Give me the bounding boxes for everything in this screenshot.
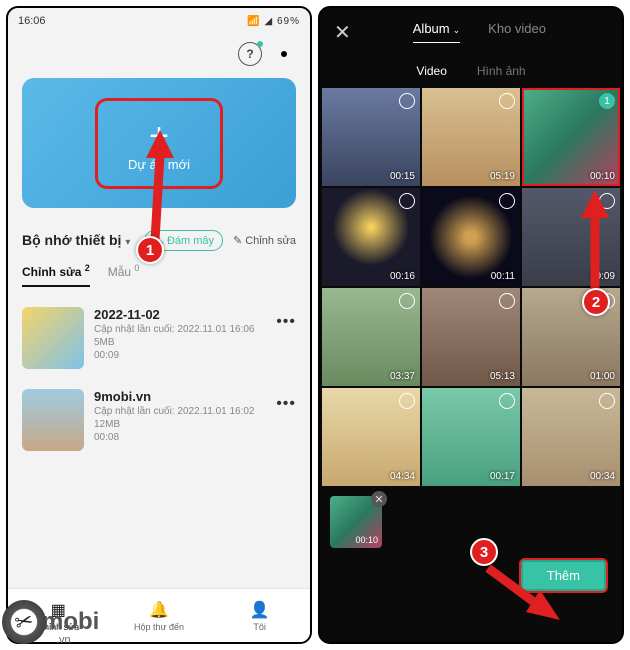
- logo-text: mobi: [42, 608, 99, 636]
- media-cell-selected[interactable]: 100:10: [522, 88, 620, 186]
- select-ring: [399, 393, 415, 409]
- add-button[interactable]: Thêm: [519, 558, 608, 593]
- select-ring: [399, 193, 415, 209]
- tab-album[interactable]: Album⌄: [413, 21, 460, 43]
- close-icon[interactable]: ✕: [334, 20, 351, 45]
- help-icon[interactable]: ?: [238, 42, 262, 66]
- tab-edit[interactable]: Chỉnh sửa 2: [22, 263, 90, 287]
- annotation-marker-1: 1: [136, 236, 164, 264]
- nav-inbox[interactable]: 🔔Hộp thư đến: [109, 589, 210, 642]
- status-icons: 📶 ◢ 69%: [247, 16, 300, 27]
- project-item[interactable]: 2022-11-02 Cập nhật lần cuối: 2022.11.01…: [22, 297, 296, 379]
- media-cell[interactable]: 00:16: [322, 188, 420, 286]
- select-ring: [399, 93, 415, 109]
- picker-header: ✕ Album⌄ Kho video: [320, 8, 622, 56]
- status-time: 16:06: [18, 15, 46, 27]
- media-cell[interactable]: 05:19: [422, 88, 520, 186]
- tab-stock[interactable]: Kho video: [488, 21, 546, 43]
- pencil-icon: ✎: [233, 234, 242, 247]
- media-cell[interactable]: 00:09: [522, 188, 620, 286]
- project-size: 5MB: [94, 337, 266, 348]
- new-project-card[interactable]: + Dự án mới: [22, 78, 296, 208]
- project-size: 12MB: [94, 419, 266, 430]
- more-icon[interactable]: •••: [276, 389, 296, 413]
- project-thumbnail: [22, 307, 84, 369]
- select-ring: [399, 293, 415, 309]
- settings-icon[interactable]: [272, 42, 296, 66]
- person-icon: 👤: [250, 600, 270, 620]
- remove-selection-icon[interactable]: ✕: [371, 491, 387, 507]
- selected-duration: 00:10: [355, 535, 378, 545]
- storage-title[interactable]: Bộ nhớ thiết bị▾: [22, 232, 130, 250]
- media-cell[interactable]: 00:11: [422, 188, 520, 286]
- media-grid: 00:15 05:19 100:10 00:16 00:11 00:09 03:…: [320, 88, 622, 486]
- more-icon[interactable]: •••: [276, 307, 296, 331]
- add-row: Thêm: [320, 552, 622, 605]
- new-project-label: Dự án mới: [128, 157, 190, 172]
- watermark-logo: ✂ mobi: [2, 600, 99, 644]
- subtab-video[interactable]: Video: [416, 64, 446, 78]
- project-duration: 00:08: [94, 432, 266, 443]
- select-ring: [599, 393, 615, 409]
- left-phone-frame: 16:06 📶 ◢ 69% ? + Dự án mới Bộ nhớ thiết…: [6, 6, 312, 644]
- project-list: 2022-11-02 Cập nhật lần cuối: 2022.11.01…: [8, 287, 310, 471]
- project-updated: Cập nhật lần cuối: 2022.11.01 16:06: [94, 324, 266, 335]
- select-ring: [499, 93, 515, 109]
- select-badge: 1: [599, 93, 615, 109]
- tab-template[interactable]: Mẫu 0: [108, 263, 140, 287]
- scissor-icon: ✂: [12, 607, 37, 637]
- selection-strip: ✕ 00:10: [320, 486, 622, 552]
- project-name: 2022-11-02: [94, 307, 266, 322]
- chevron-down-icon: ▾: [125, 237, 130, 248]
- top-icons-row: ?: [8, 34, 310, 70]
- edit-list-link[interactable]: ✎Chỉnh sửa: [233, 234, 296, 247]
- new-project-highlight: + Dự án mới: [95, 98, 223, 189]
- media-subtabs: Video Hình ảnh: [320, 56, 622, 88]
- project-item[interactable]: 9mobi.vn Cập nhật lần cuối: 2022.11.01 1…: [22, 379, 296, 461]
- logo-circle: ✂: [2, 600, 46, 644]
- annotation-marker-3: 3: [470, 538, 498, 566]
- chevron-down-icon: ⌄: [453, 25, 461, 35]
- bell-icon: 🔔: [149, 600, 169, 620]
- project-duration: 00:09: [94, 350, 266, 361]
- select-ring: [499, 293, 515, 309]
- project-tabs: Chỉnh sửa 2 Mẫu 0: [8, 257, 310, 287]
- project-thumbnail: [22, 389, 84, 451]
- select-ring: [499, 393, 515, 409]
- status-bar: 16:06 📶 ◢ 69%: [8, 8, 310, 34]
- media-cell[interactable]: 00:17: [422, 388, 520, 486]
- project-updated: Cập nhật lần cuối: 2022.11.01 16:02: [94, 406, 266, 417]
- select-ring: [499, 193, 515, 209]
- selected-thumb[interactable]: ✕ 00:10: [330, 496, 382, 548]
- project-name: 9mobi.vn: [94, 389, 266, 404]
- media-cell[interactable]: 00:34: [522, 388, 620, 486]
- select-ring: [599, 193, 615, 209]
- annotation-marker-2: 2: [582, 288, 610, 316]
- media-cell[interactable]: 04:34: [322, 388, 420, 486]
- media-cell[interactable]: 00:15: [322, 88, 420, 186]
- media-cell[interactable]: 03:37: [322, 288, 420, 386]
- plus-icon: +: [128, 119, 190, 153]
- notification-dot: [257, 41, 263, 47]
- subtab-image[interactable]: Hình ảnh: [477, 64, 526, 78]
- media-cell[interactable]: 05:13: [422, 288, 520, 386]
- nav-me[interactable]: 👤Tôi: [209, 589, 310, 642]
